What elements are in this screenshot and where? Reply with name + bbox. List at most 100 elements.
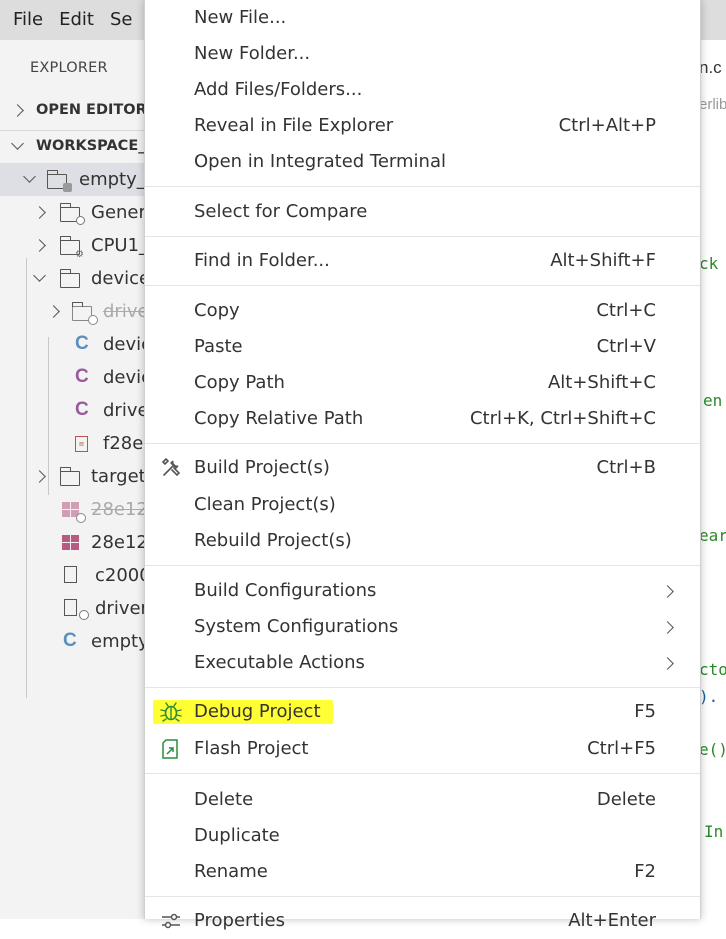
menu-separator <box>145 285 700 286</box>
tree-item-label: empty <box>91 631 145 652</box>
menu-item-open-terminal[interactable]: Open in Integrated Terminal <box>145 144 700 180</box>
chevron-right-icon <box>661 585 674 598</box>
menu-item-build-configurations[interactable]: Build Configurations <box>145 573 700 609</box>
tree-item-label: empty_c <box>79 169 145 190</box>
tree-item-excluded-file[interactable]: 28e12 <box>0 493 145 526</box>
menu-item-copy-path[interactable]: Copy Path Alt+Shift+C <box>145 365 700 401</box>
tree-item-file[interactable]: ≡ f28e1 <box>0 427 145 460</box>
menu-file[interactable]: File <box>0 0 43 40</box>
menu-separator <box>145 443 700 444</box>
file-icon <box>64 566 77 583</box>
code-fragment: e() <box>699 740 726 759</box>
file-icon <box>64 599 77 616</box>
menu-selection[interactable]: Se <box>97 0 133 40</box>
menu-separator <box>145 687 700 688</box>
menu-item-label: Reveal in File Explorer <box>194 115 394 136</box>
menu-item-reveal[interactable]: Reveal in File Explorer Ctrl+Alt+P <box>145 108 700 144</box>
menu-item-find-in-folder[interactable]: Find in Folder... Alt+Shift+F <box>145 243 700 279</box>
menu-item-label: Copy <box>194 300 240 321</box>
menu-edit[interactable]: Edit <box>46 0 94 40</box>
menu-item-build-project[interactable]: Build Project(s) Ctrl+B <box>145 450 700 486</box>
c-file-icon: C <box>75 333 89 354</box>
excluded-badge-icon <box>76 513 86 523</box>
menu-item-shortcut: Alt+Enter <box>568 910 656 931</box>
bug-icon <box>160 702 182 722</box>
tree-item-folder[interactable]: ⚙ CPU1_ <box>0 229 145 262</box>
editor-tab-fragment[interactable]: n.c <box>699 58 722 78</box>
tree-item-file[interactable]: C drive <box>0 394 145 427</box>
tree-item-folder[interactable]: target <box>0 460 145 493</box>
menu-item-label: Rename <box>194 861 268 882</box>
code-fragment: In <box>704 822 724 841</box>
tree-item-label: target <box>91 466 145 487</box>
tree-item-label: 28e12 <box>91 532 145 553</box>
menu-item-label: Copy Relative Path <box>194 408 364 429</box>
tree-item-file[interactable]: C empty <box>0 625 145 658</box>
menu-item-duplicate[interactable]: Duplicate <box>145 818 700 854</box>
menu-item-copy[interactable]: Copy Ctrl+C <box>145 293 700 329</box>
tree-item-label: driver <box>95 598 145 619</box>
tree-item-label: 28e12 <box>91 499 145 520</box>
breadcrumb-fragment[interactable]: erlib <box>699 96 726 113</box>
tree-item-excluded-folder[interactable]: drive <box>0 295 145 328</box>
menu-separator <box>145 773 700 774</box>
menu-item-shortcut: Ctrl+K, Ctrl+Shift+C <box>469 408 656 429</box>
workspace-section[interactable]: WORKSPACE_C <box>0 129 145 162</box>
menu-item-label: Executable Actions <box>194 652 365 673</box>
menu-item-shortcut: Ctrl+C <box>596 300 656 321</box>
menu-item-new-file[interactable]: New File... <box>145 0 700 36</box>
chevron-right-icon <box>33 239 46 252</box>
menu-item-properties[interactable]: Properties Alt+Enter <box>145 903 700 939</box>
menu-separator <box>145 186 700 187</box>
tree-item-file[interactable]: 28e12 <box>0 526 145 559</box>
folder-icon <box>59 269 80 288</box>
tree-item-folder[interactable]: Genera <box>0 196 145 229</box>
menu-item-label: System Configurations <box>194 616 399 637</box>
open-editors-label: OPEN EDITORS <box>36 101 145 118</box>
menu-item-select-compare[interactable]: Select for Compare <box>145 194 700 230</box>
cmd-file-icon <box>62 535 80 551</box>
menu-item-add-files[interactable]: Add Files/Folders... <box>145 72 700 108</box>
menu-item-clean-project[interactable]: Clean Project(s) <box>145 487 700 523</box>
menu-item-shortcut: Alt+Shift+C <box>547 372 656 393</box>
menu-separator <box>145 565 700 566</box>
menu-item-label: Copy Path <box>194 372 285 393</box>
tree-item-label: device <box>91 268 145 289</box>
tree-item-file[interactable]: c2000 <box>0 559 145 592</box>
menu-item-rebuild-project[interactable]: Rebuild Project(s) <box>145 523 700 559</box>
menu-item-copy-relative-path[interactable]: Copy Relative Path Ctrl+K, Ctrl+Shift+C <box>145 401 700 437</box>
code-fragment: cto <box>699 660 726 679</box>
tree-item-label: f28e1 <box>103 433 145 454</box>
tree-item-folder[interactable]: device <box>0 262 145 295</box>
code-fragment: ). <box>699 687 719 706</box>
menu-item-label: Clean Project(s) <box>194 494 336 515</box>
chevron-down-icon <box>23 170 36 183</box>
menu-item-delete[interactable]: Delete Delete <box>145 782 700 818</box>
menu-item-label: Open in Integrated Terminal <box>194 151 446 172</box>
tree-item-project[interactable]: empty_c <box>0 163 145 196</box>
asm-file-icon: ≡ <box>75 436 88 452</box>
menu-item-shortcut: F2 <box>634 861 656 882</box>
folder-icon <box>59 467 80 486</box>
menu-item-rename[interactable]: Rename F2 <box>145 854 700 890</box>
context-menu: New File... New Folder... Add Files/Fold… <box>144 0 701 931</box>
tree-item-label: Genera <box>91 202 145 223</box>
menu-item-flash-project[interactable]: Flash Project Ctrl+F5 <box>145 731 700 767</box>
menu-item-shortcut: Ctrl+V <box>596 336 656 357</box>
c-file-icon: C <box>63 630 77 651</box>
project-badge-icon <box>63 183 72 192</box>
chevron-right-icon <box>11 104 24 117</box>
menu-item-label: Properties <box>194 910 285 931</box>
menu-item-new-folder[interactable]: New Folder... <box>145 36 700 72</box>
menu-item-label: New File... <box>194 7 287 28</box>
menu-item-label: Flash Project <box>194 738 309 759</box>
open-editors-section[interactable]: OPEN EDITORS <box>0 93 145 126</box>
tree-item-file[interactable]: C devic <box>0 328 145 361</box>
menu-item-paste[interactable]: Paste Ctrl+V <box>145 329 700 365</box>
menu-item-executable-actions[interactable]: Executable Actions <box>145 645 700 681</box>
tree-item-file[interactable]: driver <box>0 592 145 625</box>
menu-item-system-configurations[interactable]: System Configurations <box>145 609 700 645</box>
c-file-icon: C <box>75 366 89 387</box>
menu-item-debug-project[interactable]: Debug Project F5 <box>145 694 700 730</box>
tree-item-file[interactable]: C devic <box>0 361 145 394</box>
